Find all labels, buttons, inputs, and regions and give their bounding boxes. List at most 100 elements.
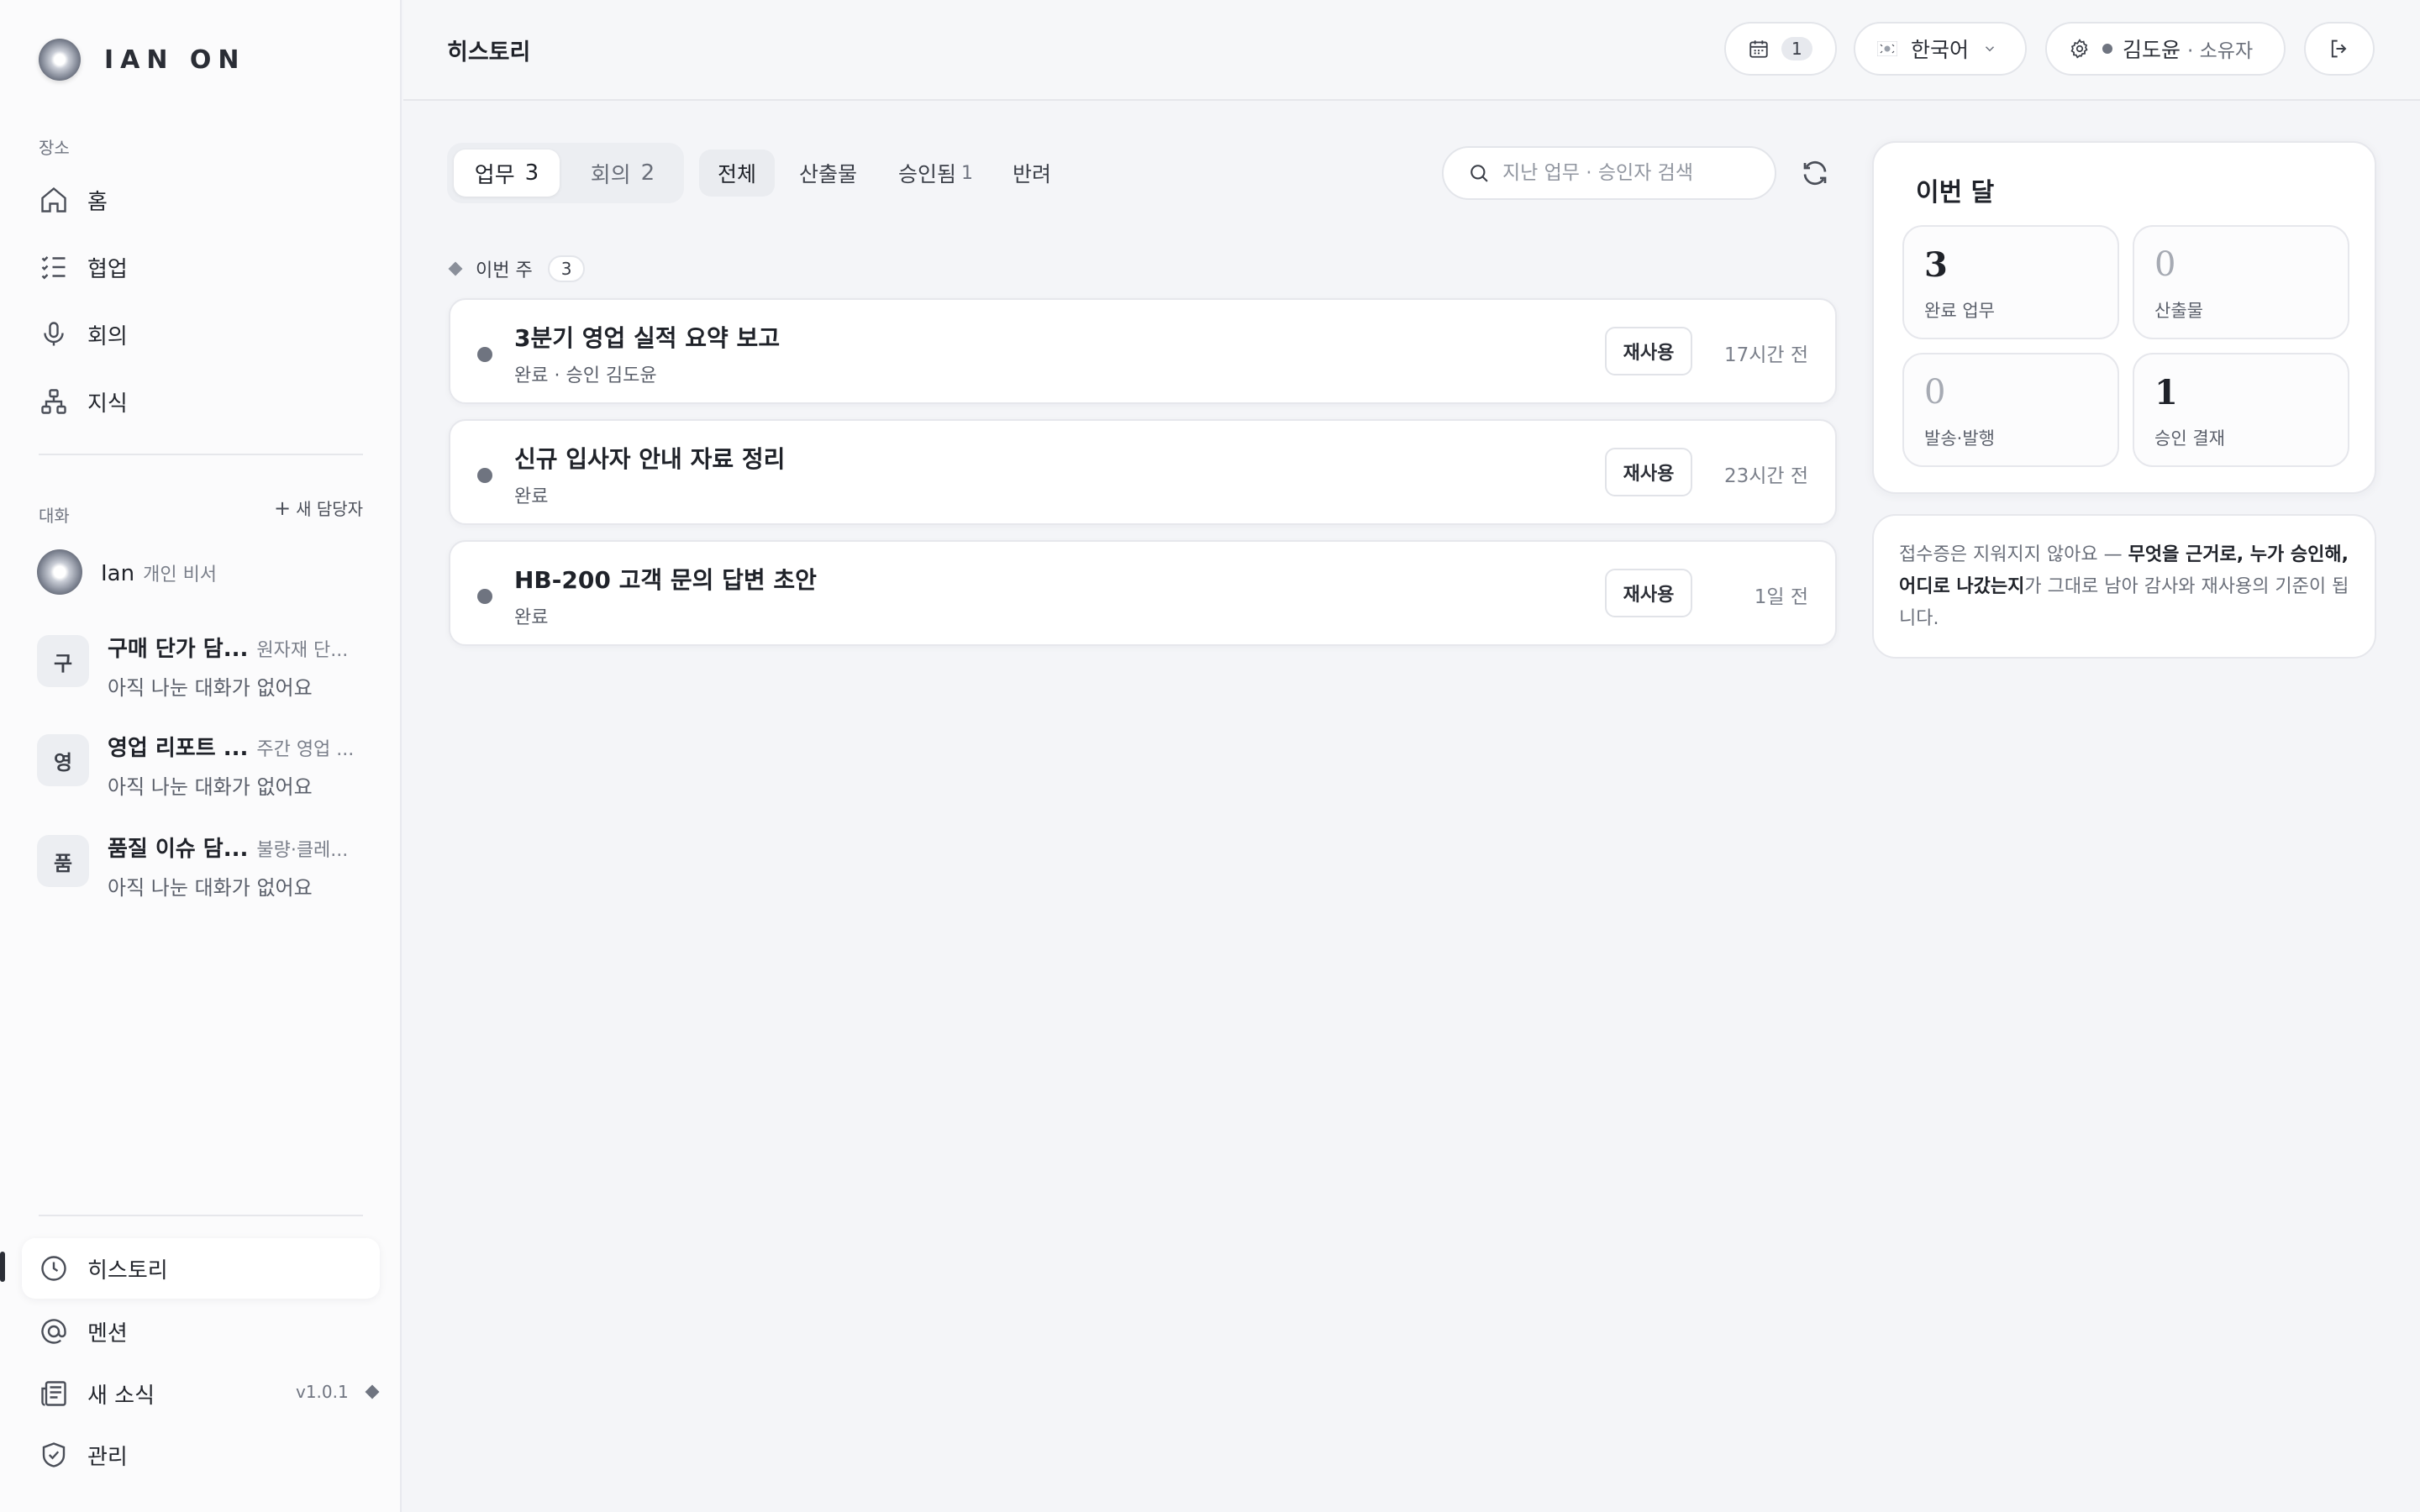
search-box (1442, 146, 1776, 200)
chat-name: 구매 단가 담... (108, 637, 249, 662)
nav-item-label: 멘션 (87, 1320, 128, 1347)
user-role: · 소유자 (2187, 40, 2254, 62)
filter-outputs[interactable]: 산출물 (799, 150, 857, 197)
reuse-button[interactable]: 재사용 (1605, 569, 1692, 617)
logo-text: IAN ON (104, 45, 246, 75)
chat-subtitle: 원자재 단... (256, 640, 349, 661)
active-indicator (0, 1252, 5, 1282)
stat-value: 3 (1924, 245, 1948, 285)
stat-label: 발송·발행 (1924, 428, 1995, 449)
chat-subtitle: 개인 비서 (143, 564, 218, 585)
top-bar: 히스토리 1 한국어 김도윤 · 소유자 (403, 0, 2420, 101)
search-input[interactable] (1502, 162, 1754, 184)
item-time: 23시간 전 (1723, 465, 1808, 487)
chat-preview: 아직 나눈 대화가 없어요 (108, 775, 313, 799)
reuse-button[interactable]: 재사용 (1605, 327, 1692, 375)
nav-item-home[interactable]: 홈 (39, 179, 108, 221)
version-badge: v1.0.1 (296, 1382, 380, 1402)
list-item[interactable]: 신규 입사자 안내 자료 정리 완료 재사용 23시간 전 (449, 419, 1837, 525)
chat-avatar: 영 (37, 734, 89, 786)
nav-item-history[interactable]: 히스토리 (39, 1247, 168, 1289)
item-time: 1일 전 (1754, 586, 1808, 608)
user-settings-button[interactable]: 김도윤 · 소유자 (2045, 22, 2286, 76)
stat-value: 0 (2154, 245, 2176, 284)
clock-icon (41, 1256, 66, 1281)
chat-name: 품질 이슈 담... (108, 837, 249, 862)
chat-preview: 아직 나눈 대화가 없어요 (108, 876, 313, 900)
new-agent-label: 새 담당자 (296, 499, 364, 519)
filter-label: 반려 (1013, 162, 1052, 186)
nav-item-label: 회의 (87, 323, 128, 349)
filter-count: 1 (961, 162, 974, 184)
nav-item-label: 관리 (87, 1444, 128, 1470)
diamond-icon (365, 1384, 380, 1399)
chats-section-label: 대화 (39, 506, 70, 526)
chat-name: 영업 리포트 ... (108, 736, 249, 761)
refresh-icon[interactable] (1800, 158, 1830, 188)
microphone-icon (44, 322, 64, 346)
item-title: HB-200 고객 문의 답변 초안 (514, 566, 817, 594)
nav-item-meeting[interactable]: 회의 (39, 313, 128, 355)
calendar-icon (1749, 40, 1768, 58)
status-dot (477, 468, 492, 483)
filter-label: 전체 (718, 162, 757, 186)
chat-item-ian[interactable]: Ian 개인 비서 (37, 549, 217, 595)
chevron-down-icon (1985, 46, 1995, 52)
chat-item-purchase[interactable]: 구 구매 단가 담... 원자재 단... 아직 나눈 대화가 없어요 (37, 632, 348, 701)
search-icon (1470, 165, 1488, 182)
language-label: 한국어 (1911, 38, 1970, 62)
item-subtitle: 완료 (514, 607, 549, 628)
group-label: 이번 주 (476, 260, 533, 281)
status-dot (477, 347, 492, 362)
filter-approved[interactable]: 승인됨 1 (898, 150, 973, 197)
chat-avatar: 구 (37, 635, 89, 687)
filter-all[interactable]: 전체 (699, 150, 776, 197)
month-summary-card: 이번 달 3 완료 업무 0 산출물 0 발송·발행 1 승인 결재 (1872, 141, 2376, 494)
language-select[interactable]: 한국어 (1854, 22, 2027, 76)
status-dot (477, 589, 492, 604)
nav-item-knowledge[interactable]: 지식 (39, 381, 128, 423)
korea-flag-icon (1877, 41, 1897, 56)
diamond-icon (448, 261, 463, 276)
chat-item-sales[interactable]: 영 영업 리포트 ... 주간 영업 ... 아직 나눈 대화가 없어요 (37, 731, 354, 800)
group-header: 이번 주 3 (448, 255, 586, 282)
app-logo[interactable]: IAN ON (39, 39, 246, 81)
chat-preview: 아직 나눈 대화가 없어요 (108, 676, 313, 700)
nav-item-label: 협업 (87, 256, 128, 282)
new-agent-button[interactable]: + 새 담당자 (274, 496, 363, 520)
stat-approvals: 1 승인 결재 (2133, 353, 2349, 467)
nav-item-label: 히스토리 (87, 1257, 168, 1284)
tab-tasks[interactable]: 업무 3 (454, 150, 560, 197)
nav-item-label: 새 소식 (87, 1383, 155, 1409)
plus-icon: + (274, 496, 292, 520)
nav-item-news[interactable]: 새 소식 (39, 1373, 155, 1415)
chat-subtitle: 불량·클레... (256, 840, 349, 861)
chat-item-quality[interactable]: 품 품질 이슈 담... 불량·클레... 아직 나눈 대화가 없어요 (37, 832, 348, 900)
gear-icon (2070, 39, 2088, 59)
calendar-button[interactable]: 1 (1724, 22, 1837, 76)
chat-subtitle: 주간 영업 ... (256, 739, 355, 760)
group-count-badge: 3 (547, 255, 586, 282)
stat-label: 산출물 (2154, 301, 2203, 321)
filter-rejected[interactable]: 반려 (1013, 150, 1051, 197)
item-title: 3분기 영업 실적 요약 보고 (514, 324, 781, 352)
stat-label: 완료 업무 (1924, 301, 1995, 321)
logout-button[interactable] (2304, 22, 2375, 76)
checklist-icon (41, 256, 66, 280)
list-item[interactable]: 3분기 영업 실적 요약 보고 완료 · 승인 김도윤 재사용 17시간 전 (449, 298, 1837, 404)
info-note: 접수증은 지워지지 않아요 — 무엇을 근거로, 누가 승인해, 어디로 나갔는… (1872, 514, 2376, 659)
nav-item-admin[interactable]: 관리 (39, 1434, 128, 1476)
note-text: 접수증은 지워지지 않아요 — (1899, 544, 2128, 565)
shield-check-icon (42, 1442, 66, 1467)
chat-avatar: 품 (37, 835, 89, 887)
filter-label: 승인됨 (898, 162, 957, 186)
chat-name: Ian (101, 561, 135, 586)
reuse-button[interactable]: 재사용 (1605, 448, 1692, 496)
nav-item-mentions[interactable]: 멘션 (39, 1310, 128, 1352)
tab-meetings[interactable]: 회의 2 (570, 150, 676, 197)
filter-label: 산출물 (799, 162, 858, 186)
item-title: 신규 입사자 안내 자료 정리 (514, 445, 786, 473)
stat-label: 승인 결재 (2154, 428, 2225, 449)
nav-item-collab[interactable]: 협업 (39, 246, 128, 288)
list-item[interactable]: HB-200 고객 문의 답변 초안 완료 재사용 1일 전 (449, 540, 1837, 646)
